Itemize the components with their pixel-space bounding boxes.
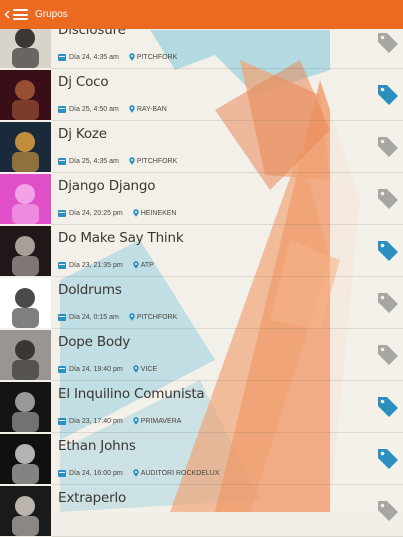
- band-name: Django Django: [58, 178, 156, 194]
- calendar-icon: [58, 209, 66, 217]
- band-date: Día 24, 16:00 pm: [69, 469, 123, 477]
- location-pin-icon: [129, 157, 135, 165]
- top-app-bar: Grupos: [0, 0, 403, 29]
- band-stage: ATP: [140, 261, 154, 269]
- location-pin-icon: [129, 105, 135, 113]
- calendar-icon: [58, 53, 66, 61]
- band-name: Dj Koze: [58, 126, 107, 142]
- band-name: Dj Coco: [58, 74, 109, 90]
- calendar-icon: [58, 261, 66, 269]
- band-name: Do Make Say Think: [58, 230, 184, 246]
- band-schedule: Día 25, 4:50 am RAY-BAN: [58, 105, 167, 113]
- band-photo: [0, 226, 51, 276]
- band-date: Día 24, 20:25 pm: [69, 209, 123, 217]
- calendar-icon: [58, 417, 66, 425]
- band-date: Día 24, 4:35 am: [69, 53, 119, 61]
- location-pin-icon: [133, 417, 139, 425]
- calendar-icon: [58, 157, 66, 165]
- tag-icon[interactable]: [376, 31, 400, 55]
- band-stage: VICE: [140, 365, 158, 373]
- band-photo: [0, 70, 51, 120]
- tag-icon[interactable]: [376, 187, 400, 211]
- band-row[interactable]: Dj Koze Día 25, 4:35 am PITCHFORK: [0, 121, 403, 173]
- band-stage: PITCHFORK: [136, 157, 178, 165]
- band-row[interactable]: Dope Body Día 24, 19:40 pm VICE: [0, 329, 403, 381]
- band-date: Día 25, 4:50 am: [69, 105, 119, 113]
- band-row[interactable]: Dj Coco Día 25, 4:50 am RAY-BAN: [0, 69, 403, 121]
- back-button[interactable]: [2, 0, 12, 29]
- tag-icon[interactable]: [376, 499, 400, 523]
- band-name: Doldrums: [58, 282, 122, 298]
- band-schedule: Día 24, 19:40 pm VICE: [58, 365, 157, 373]
- band-name: Extraperlo: [58, 490, 127, 506]
- band-date: Día 23, 17:40 pm: [69, 417, 123, 425]
- band-row[interactable]: Do Make Say Think Día 23, 21:35 pm ATP: [0, 225, 403, 277]
- band-stage: PITCHFORK: [136, 313, 178, 321]
- band-stage: HEINEKEN: [140, 209, 177, 217]
- location-pin-icon: [133, 469, 139, 477]
- location-pin-icon: [129, 313, 135, 321]
- band-name: El Inquilino Comunista: [58, 386, 205, 402]
- chevron-left-icon: [4, 10, 10, 19]
- tag-icon[interactable]: [376, 239, 400, 263]
- band-photo: [0, 174, 51, 224]
- band-row[interactable]: El Inquilino Comunista Día 23, 17:40 pm PR…: [0, 381, 403, 433]
- band-photo: [0, 382, 51, 432]
- hamburger-menu-icon[interactable]: [13, 9, 28, 20]
- band-list: Disclosure Día 24, 4:35 am PITCHFORK Dj Coc…: [0, 17, 403, 537]
- band-stage: PRIMAVERA: [140, 417, 182, 425]
- band-stage: PITCHFORK: [136, 53, 178, 61]
- calendar-icon: [58, 365, 66, 373]
- calendar-icon: [58, 313, 66, 321]
- tag-icon[interactable]: [376, 343, 400, 367]
- band-row[interactable]: Django Django Día 24, 20:25 pm HEINEKEN: [0, 173, 403, 225]
- band-stage: RAY-BAN: [136, 105, 167, 113]
- band-date: Día 24, 0:15 am: [69, 313, 119, 321]
- band-date: Día 23, 21:35 pm: [69, 261, 123, 269]
- location-pin-icon: [133, 261, 139, 269]
- band-row[interactable]: Ethan Johns Día 24, 16:00 pm AUDITORI ROCK…: [0, 433, 403, 485]
- band-schedule: Día 24, 16:00 pm AUDITORI ROCKDELUX: [58, 469, 220, 477]
- band-photo: [0, 486, 51, 536]
- tag-icon[interactable]: [376, 395, 400, 419]
- band-photo: [0, 434, 51, 484]
- band-name: Dope Body: [58, 334, 131, 350]
- band-schedule: Día 24, 4:35 am PITCHFORK: [58, 53, 177, 61]
- band-schedule: Día 25, 4:35 am PITCHFORK: [58, 157, 177, 165]
- tag-icon[interactable]: [376, 447, 400, 471]
- band-photo: [0, 122, 51, 172]
- band-row[interactable]: Doldrums Día 24, 0:15 am PITCHFORK: [0, 277, 403, 329]
- band-schedule: Día 23, 21:35 pm ATP: [58, 261, 154, 269]
- tag-icon[interactable]: [376, 291, 400, 315]
- page-title: Grupos: [35, 9, 68, 20]
- band-name: Ethan Johns: [58, 438, 136, 454]
- band-schedule: Día 23, 17:40 pm PRIMAVERA: [58, 417, 181, 425]
- band-schedule: Día 24, 0:15 am PITCHFORK: [58, 313, 177, 321]
- band-photo: [0, 330, 51, 380]
- band-date: Día 24, 19:40 pm: [69, 365, 123, 373]
- tag-icon[interactable]: [376, 135, 400, 159]
- tag-icon[interactable]: [376, 83, 400, 107]
- band-photo: [0, 278, 51, 328]
- location-pin-icon: [133, 209, 139, 217]
- location-pin-icon: [129, 53, 135, 61]
- location-pin-icon: [133, 365, 139, 373]
- calendar-icon: [58, 469, 66, 477]
- band-stage: AUDITORI ROCKDELUX: [140, 469, 220, 477]
- band-date: Día 25, 4:35 am: [69, 157, 119, 165]
- band-schedule: Día 24, 20:25 pm HEINEKEN: [58, 209, 177, 217]
- band-row[interactable]: Extraperlo: [0, 485, 403, 537]
- calendar-icon: [58, 105, 66, 113]
